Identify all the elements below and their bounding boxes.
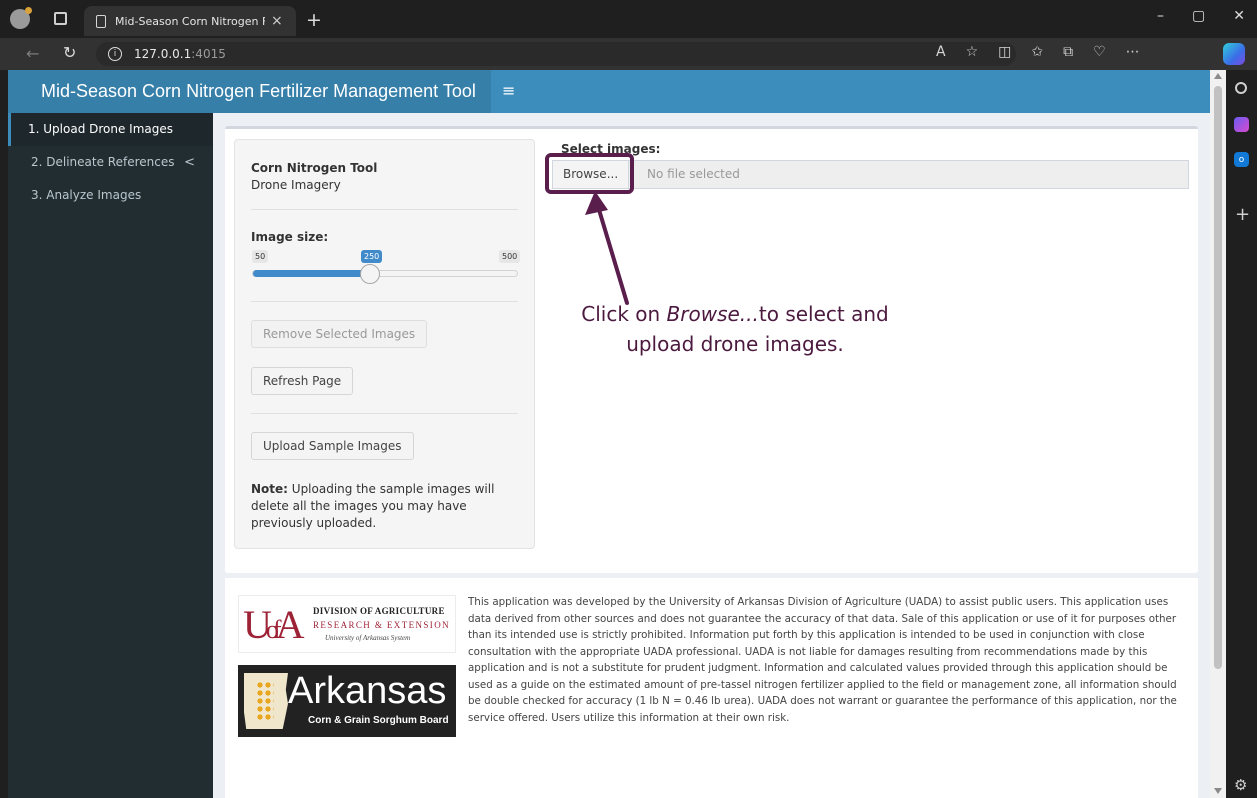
arkansas-corn-logo: Arkansas Corn & Grain Sorghum Board [238, 665, 456, 737]
site-info-icon[interactable]: i [108, 47, 122, 61]
slider-handle[interactable] [360, 264, 381, 284]
image-size-label: Image size: [251, 230, 329, 244]
page-viewport: Mid-Season Corn Nitrogen Fertilizer Mana… [8, 70, 1210, 798]
scroll-thumb[interactable] [1214, 86, 1222, 669]
gear-icon[interactable]: ⚙ [1234, 776, 1247, 794]
panel-title: Corn Nitrogen Tool [251, 161, 378, 175]
remove-selected-images-button[interactable]: Remove Selected Images [251, 320, 428, 348]
app-sidebar: 1. Upload Drone Images 2. Delineate Refe… [8, 113, 213, 798]
back-arrow-icon[interactable]: ← [26, 44, 39, 63]
minimize-icon[interactable]: – [1157, 8, 1164, 24]
grain-icon [256, 681, 274, 721]
divider [251, 209, 518, 210]
uada-line2: RESEARCH & EXTENSION [313, 620, 451, 630]
add-icon[interactable]: + [1235, 206, 1250, 224]
uada-line3: University of Arkansas System [325, 634, 411, 642]
scroll-down-icon[interactable] [1214, 788, 1222, 794]
restore-icon[interactable]: ▢ [1192, 8, 1205, 24]
slider-max-label: 500 [499, 250, 521, 263]
slider-min-label: 50 [252, 250, 269, 263]
sidebar-item-analyze-images[interactable]: 3. Analyze Images [8, 179, 213, 212]
sidebar-item-upload-drone-images[interactable]: 1. Upload Drone Images [8, 113, 213, 146]
disclaimer-text: This application was developed by the Un… [468, 596, 1177, 724]
url-port: :4015 [191, 47, 226, 61]
divider [251, 413, 518, 414]
slider-fill [253, 270, 372, 277]
uada-line1: DIVISION OF AGRICULTURE [313, 606, 445, 616]
footer: UofA DIVISION OF AGRICULTURE RESEARCH & … [225, 578, 1198, 798]
window-controls: – ▢ ✕ [1157, 8, 1245, 24]
page-icon [96, 14, 106, 28]
uada-mark: UofA [243, 602, 305, 647]
page-scrollbar[interactable] [1210, 70, 1226, 798]
image-size-slider[interactable] [252, 270, 518, 277]
read-aloud-icon[interactable]: A [936, 44, 946, 60]
arkansas-logo-title: Arkansas [288, 670, 447, 712]
app-title: Mid-Season Corn Nitrogen Fertilizer Mana… [8, 70, 491, 113]
annotation-emphasis: Browse... [666, 302, 759, 326]
arkansas-logo-subtitle: Corn & Grain Sorghum Board [308, 715, 449, 726]
sidebar-item-label: 2. Delineate References [31, 155, 175, 169]
profile-avatar-icon[interactable] [10, 7, 32, 29]
upload-content-box: Corn Nitrogen Tool Drone Imagery Image s… [225, 126, 1198, 573]
panel-subtitle: Drone Imagery [251, 178, 341, 192]
annotation-prefix: Click on [581, 302, 667, 326]
reload-icon[interactable]: ↻ [63, 43, 76, 62]
app-header: Mid-Season Corn Nitrogen Fertilizer Mana… [8, 70, 1210, 113]
close-window-icon[interactable]: ✕ [1233, 8, 1245, 24]
sidebar-toggle-icon[interactable]: ≡ [502, 81, 515, 100]
note-text: Uploading the sample images will delete … [251, 482, 495, 530]
browse-highlight-box [545, 153, 634, 194]
browser-essentials-icon[interactable]: ♡ [1093, 44, 1106, 60]
browser-side-panel: o + ⚙ [1226, 70, 1257, 798]
upload-sample-images-button[interactable]: Upload Sample Images [251, 432, 414, 460]
annotation-text: Click on Browse...to select and upload d… [555, 299, 915, 359]
browser-tab-active[interactable]: Mid-Season Corn Nitrogen Fertili × [84, 6, 296, 36]
refresh-page-button[interactable]: Refresh Page [251, 367, 354, 395]
control-panel: Corn Nitrogen Tool Drone Imagery Image s… [234, 139, 535, 549]
collections-icon[interactable]: ⧉ [1063, 44, 1073, 60]
sample-note: Note: Uploading the sample images will d… [251, 481, 521, 532]
copilot-sidebar-icon[interactable] [1234, 117, 1249, 132]
url-bar[interactable]: i 127.0.0.1:4015 [96, 42, 1016, 66]
browser-tab-bar: Mid-Season Corn Nitrogen Fertili × + – ▢… [0, 0, 1257, 38]
sidebar-item-delineate-references[interactable]: 2. Delineate References < [8, 146, 213, 179]
copilot-icon[interactable] [1223, 43, 1245, 65]
workspaces-icon[interactable] [54, 12, 67, 25]
scroll-up-icon[interactable] [1214, 73, 1222, 79]
tab-title: Mid-Season Corn Nitrogen Fertili [115, 14, 265, 28]
file-placeholder: No file selected [647, 167, 740, 181]
outlook-icon[interactable]: o [1234, 152, 1249, 167]
annotation-arrow [585, 191, 629, 305]
new-tab-button[interactable]: + [306, 9, 322, 31]
uada-logo: UofA DIVISION OF AGRICULTURE RESEARCH & … [238, 595, 456, 653]
divider [251, 301, 518, 302]
slider-value-label: 250 [361, 250, 383, 263]
address-toolbar: ← ↻ i 127.0.0.1:4015 A ☆ ◫ ✩ ⧉ ♡ ⋯ [0, 38, 1257, 70]
tab-close-icon[interactable]: × [271, 13, 283, 29]
favorites-icon[interactable]: ✩ [1031, 44, 1043, 60]
note-label: Note: [251, 482, 288, 496]
browser-toolbar-icons: A ☆ ◫ ✩ ⧉ ♡ ⋯ [936, 44, 1140, 60]
sidebar-item-label: 3. Analyze Images [31, 188, 142, 202]
favorite-star-icon[interactable]: ☆ [966, 44, 979, 60]
search-icon[interactable] [1235, 82, 1247, 94]
more-icon[interactable]: ⋯ [1126, 44, 1140, 60]
file-input[interactable]: Browse... No file selected [552, 160, 1189, 189]
split-screen-icon[interactable]: ◫ [998, 44, 1011, 60]
url-host: 127.0.0.1 [134, 47, 192, 61]
sidebar-item-label: 1. Upload Drone Images [28, 122, 174, 136]
chevron-left-icon: < [184, 155, 195, 170]
